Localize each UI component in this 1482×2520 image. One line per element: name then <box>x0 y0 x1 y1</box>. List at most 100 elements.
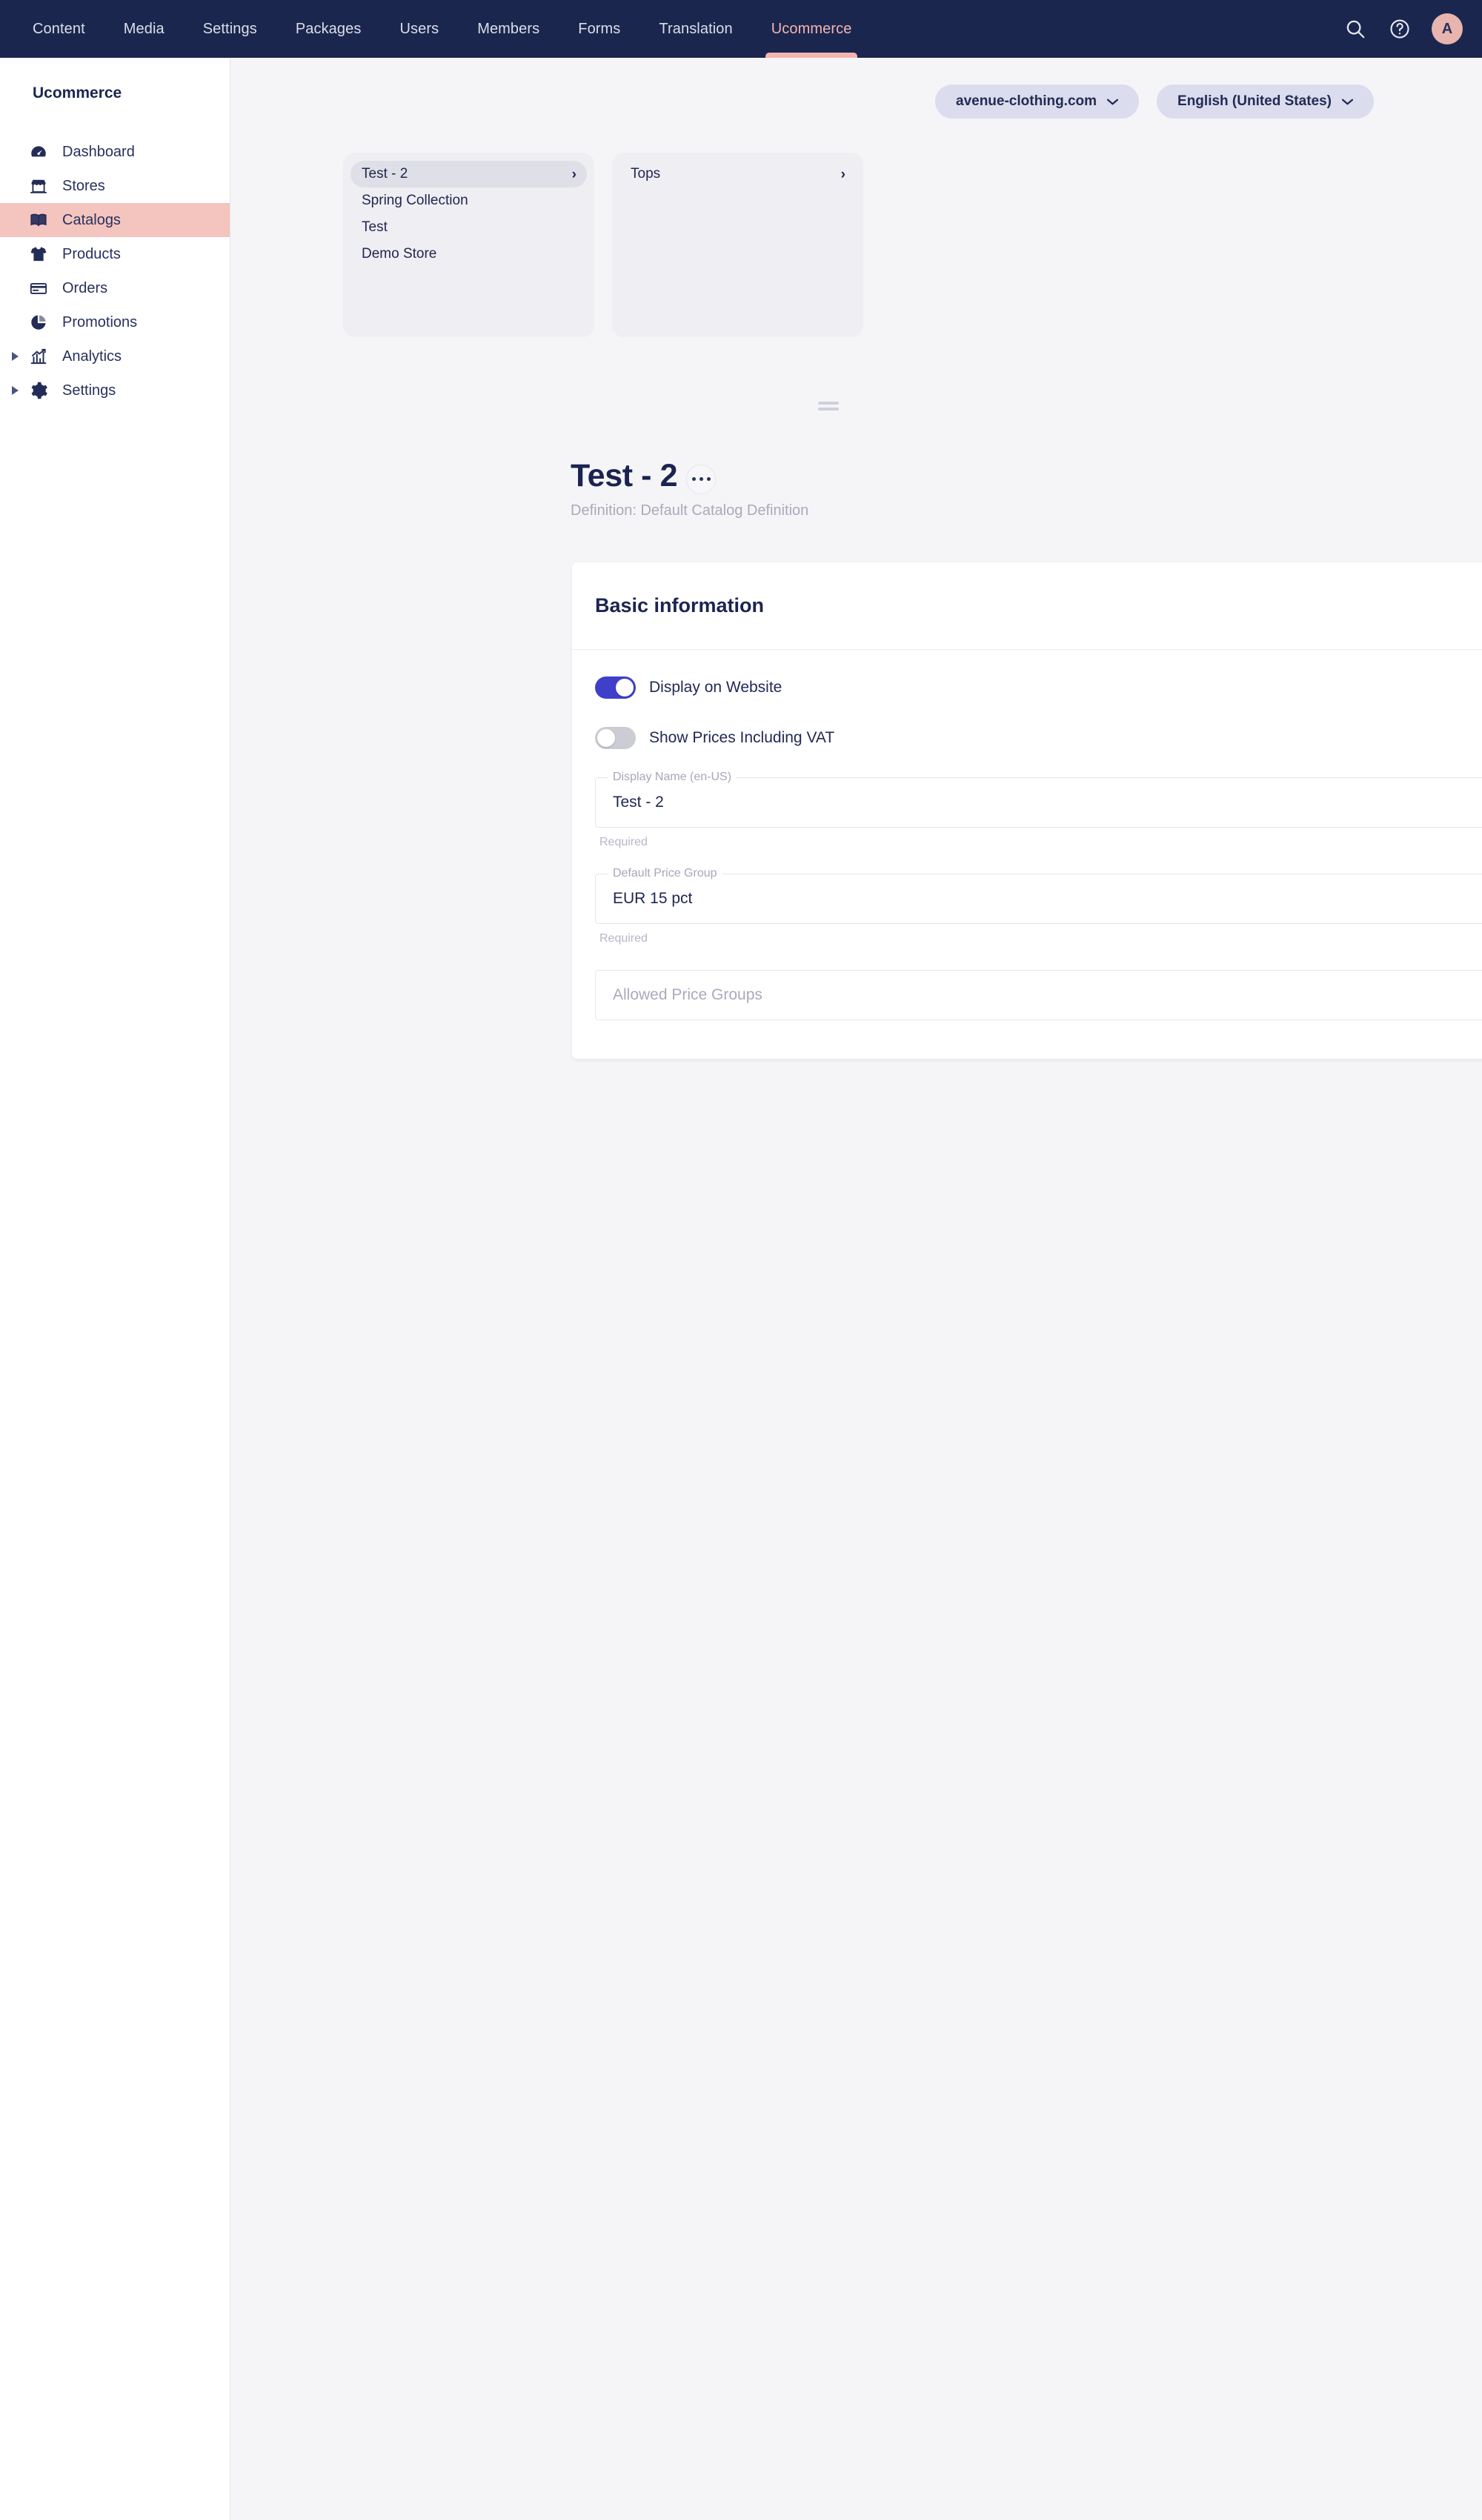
resize-grip-line <box>818 402 839 405</box>
top-nav-tab-forms[interactable]: Forms <box>559 0 639 58</box>
top-nav-tab-label: Content <box>33 20 85 37</box>
default-price-group-help: Required <box>599 932 648 945</box>
sidebar-item-label: Catalogs <box>62 211 121 228</box>
tree-node-spring-collection[interactable]: Spring Collection <box>350 187 587 214</box>
tree-node-label: Tops <box>631 166 661 182</box>
help-icon[interactable] <box>1387 16 1412 41</box>
card-icon <box>28 278 49 299</box>
default-price-group-value[interactable]: EUR 15 pct <box>596 890 692 908</box>
main-content-area: avenue-clothing.com English (United Stat… <box>230 58 1482 2520</box>
display-name-help: Required <box>599 836 648 848</box>
gear-icon <box>28 380 49 401</box>
top-nav-tab-content[interactable]: Content <box>13 0 104 58</box>
top-nav-tab-ucommerce[interactable]: Ucommerce <box>752 0 871 58</box>
sidebar-item-dashboard[interactable]: Dashboard <box>0 135 230 169</box>
avatar-initial: A <box>1441 20 1453 37</box>
display-name-input[interactable]: Test - 2 <box>596 794 664 811</box>
store-selector-label: avenue-clothing.com <box>956 93 1097 109</box>
sidebar-item-label: Settings <box>62 382 116 399</box>
avatar[interactable]: A <box>1432 13 1463 44</box>
top-nav-tab-label: Media <box>123 20 165 37</box>
top-nav-tab-label: Settings <box>202 20 257 37</box>
tshirt-icon <box>28 244 49 265</box>
top-nav-tab-translation[interactable]: Translation <box>639 0 751 58</box>
tree-node-demo-store[interactable]: Demo Store <box>350 241 587 267</box>
tree-column-categories: Tops › <box>612 153 863 337</box>
sidebar-item-promotions[interactable]: Promotions <box>0 305 230 339</box>
card-header: Basic information <box>572 562 1482 650</box>
display-name-fieldset: Display Name (en-US) Test - 2 <box>595 771 1482 828</box>
sidebar-item-label: Products <box>62 245 121 262</box>
show-prices-including-vat-toggle[interactable] <box>595 727 636 749</box>
context-selector-bar: avenue-clothing.com English (United Stat… <box>935 84 1374 119</box>
sidebar: Ucommerce Dashboard Stores Catalogs Prod… <box>0 58 230 2520</box>
top-navigation-bar: Content Media Settings Packages Users Me… <box>0 0 1482 58</box>
tree-node-label: Demo Store <box>362 246 437 262</box>
language-selector-label: English (United States) <box>1177 93 1332 109</box>
piechart-icon <box>28 312 49 333</box>
catalog-tree: Test - 2 › Spring Collection Test Demo S… <box>343 153 863 337</box>
default-price-group-field: Default Price Group EUR 15 pct <box>595 867 1482 924</box>
default-price-group-fieldset: Default Price Group EUR 15 pct <box>595 867 1482 924</box>
ellipsis-icon[interactable] <box>686 464 717 494</box>
language-selector[interactable]: English (United States) <box>1157 84 1374 119</box>
page-title-row: Test - 2 <box>571 458 808 494</box>
basic-information-card: Basic information Display on Website Sho… <box>572 562 1482 1059</box>
tree-resize-handle[interactable] <box>818 402 839 410</box>
sidebar-item-products[interactable]: Products <box>0 237 230 271</box>
top-nav-tab-label: Forms <box>578 20 621 37</box>
book-icon <box>28 210 49 230</box>
store-selector[interactable]: avenue-clothing.com <box>935 84 1140 119</box>
tree-node-label: Spring Collection <box>362 193 468 208</box>
sidebar-item-label: Promotions <box>62 313 138 330</box>
tree-node-tops[interactable]: Tops › <box>619 161 856 187</box>
toggle-label: Show Prices Including VAT <box>649 729 835 746</box>
chevron-right-icon: › <box>571 166 576 182</box>
chevron-right-icon[interactable] <box>12 386 19 395</box>
tree-node-test[interactable]: Test <box>350 214 587 241</box>
top-nav-tab-label: Translation <box>659 20 733 37</box>
top-nav-tab-members[interactable]: Members <box>458 0 559 58</box>
chart-up-icon <box>28 346 49 367</box>
page-title: Test - 2 <box>571 458 678 493</box>
top-nav-tab-packages[interactable]: Packages <box>276 0 381 58</box>
display-name-legend: Display Name (en-US) <box>608 771 737 784</box>
top-nav-actions: A <box>1343 0 1463 58</box>
chevron-right-icon[interactable] <box>12 352 19 361</box>
sidebar-menu: Dashboard Stores Catalogs Products Order… <box>0 135 230 408</box>
sidebar-item-settings[interactable]: Settings <box>0 373 230 408</box>
top-nav-tab-media[interactable]: Media <box>104 0 184 58</box>
sidebar-item-label: Dashboard <box>62 143 135 160</box>
allowed-price-groups-control: Allowed Price Groups <box>595 970 1482 1020</box>
sidebar-item-label: Stores <box>62 177 105 194</box>
toggle-label: Display on Website <box>649 679 782 696</box>
active-tab-indicator <box>765 53 858 58</box>
sidebar-item-analytics[interactable]: Analytics <box>0 339 230 373</box>
search-icon[interactable] <box>1343 16 1368 41</box>
display-on-website-toggle[interactable] <box>595 676 636 699</box>
allowed-price-groups-input[interactable]: Allowed Price Groups <box>596 986 762 1004</box>
default-price-group-legend: Default Price Group <box>608 867 722 880</box>
top-nav-tab-settings[interactable]: Settings <box>184 0 276 58</box>
sidebar-item-label: Analytics <box>62 348 122 365</box>
sidebar-title: Ucommerce <box>33 84 122 102</box>
sidebar-item-orders[interactable]: Orders <box>0 271 230 305</box>
top-nav-tab-label: Packages <box>295 20 362 37</box>
display-name-field: Display Name (en-US) Test - 2 <box>595 771 1482 828</box>
tree-column-catalogs: Test - 2 › Spring Collection Test Demo S… <box>343 153 594 337</box>
card-heading: Basic information <box>595 594 765 616</box>
sidebar-item-catalogs[interactable]: Catalogs <box>0 203 230 237</box>
card-body: Display on Website Show Prices Including… <box>572 650 1482 1059</box>
sidebar-item-stores[interactable]: Stores <box>0 169 230 203</box>
top-nav-items: Content Media Settings Packages Users Me… <box>13 0 871 58</box>
tree-node-test-2[interactable]: Test - 2 › <box>350 161 587 187</box>
allowed-price-groups-field: Allowed Price Groups <box>595 970 1482 1020</box>
store-icon <box>28 176 49 196</box>
chevron-right-icon: › <box>840 166 845 182</box>
top-nav-tab-label: Members <box>477 20 540 37</box>
chevron-down-icon <box>1106 93 1119 110</box>
top-nav-tab-users[interactable]: Users <box>380 0 458 58</box>
chevron-down-icon <box>1341 93 1354 110</box>
tree-node-label: Test - 2 <box>362 166 408 182</box>
dashboard-icon <box>28 142 49 162</box>
